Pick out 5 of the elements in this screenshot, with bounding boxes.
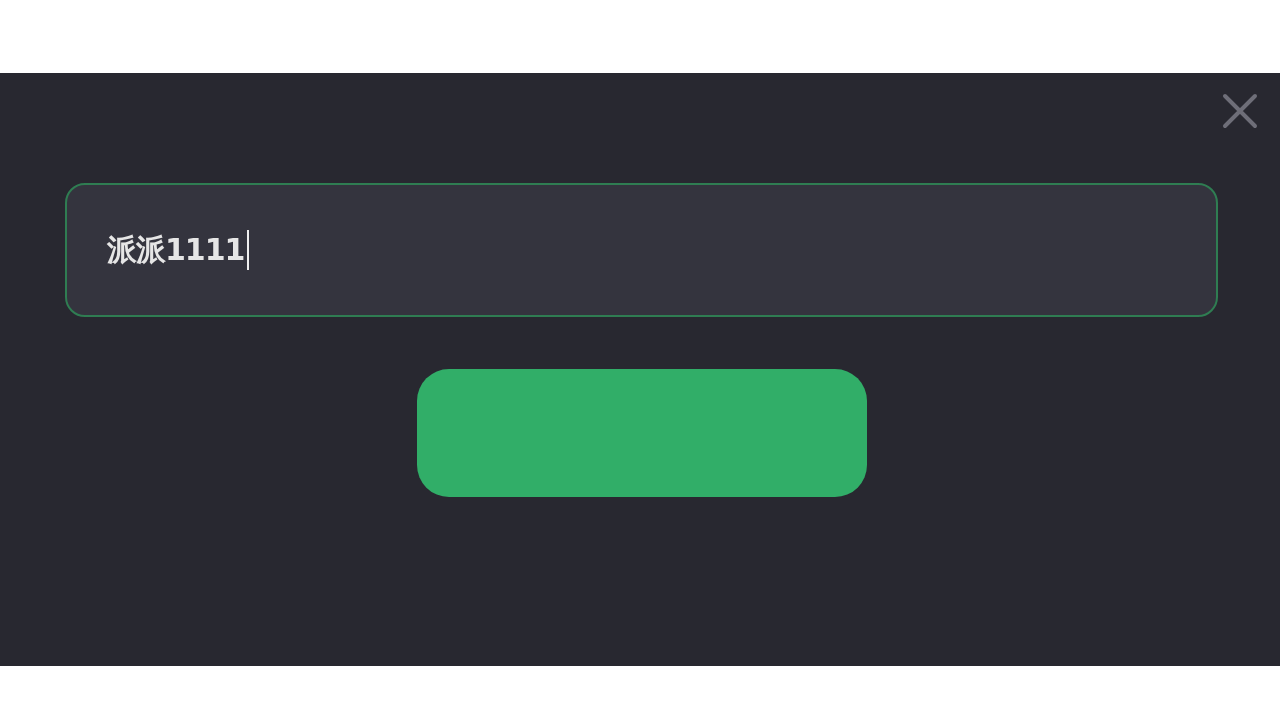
close-icon bbox=[1222, 93, 1258, 129]
close-button[interactable] bbox=[1220, 91, 1260, 131]
field-value: 派派1111 bbox=[107, 230, 245, 269]
text-field[interactable]: 派派1111 bbox=[65, 183, 1218, 317]
text-caret bbox=[246, 230, 249, 270]
